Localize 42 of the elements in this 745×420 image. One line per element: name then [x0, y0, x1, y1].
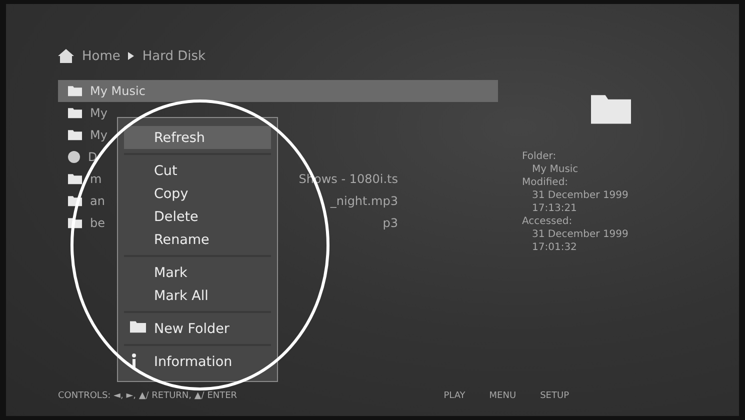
file-name-tail: p3 [382, 216, 398, 230]
file-name[interactable]: be [90, 216, 105, 230]
footer-label: SETUP [540, 391, 569, 401]
folder-icon [68, 107, 82, 119]
file-name[interactable]: My [90, 106, 108, 120]
footer-label: PLAY [444, 391, 466, 401]
arrow-icon [128, 52, 134, 60]
menu-item[interactable]: Information [124, 350, 271, 373]
file-name[interactable]: D [88, 150, 98, 164]
info-value: 17:13:21 [531, 203, 578, 214]
footer-label: MENU [489, 391, 516, 401]
menu-item[interactable]: Rename [124, 228, 271, 251]
menu-item[interactable]: Refresh [124, 126, 271, 149]
controls-hint: CONTROLS: ◄, ►, ▲/ RETURN, ▲/ ENTER [58, 391, 238, 401]
disc-icon [68, 151, 80, 163]
info-label: Accessed: [522, 216, 574, 227]
breadcrumb-item[interactable]: Hard Disk [142, 48, 206, 64]
info-value: 17:01:32 [531, 242, 578, 253]
menu-item[interactable]: Mark All [124, 284, 271, 307]
file-name[interactable]: m [90, 172, 102, 186]
file-name[interactable]: My Music [90, 84, 146, 98]
info-value: My Music [531, 164, 580, 175]
home-icon [58, 49, 74, 63]
menu-item[interactable]: Mark [124, 261, 271, 284]
info-value: 31 December 1999 [531, 229, 630, 240]
menu-item[interactable]: Copy [124, 182, 271, 205]
info-value: 31 December 1999 [531, 190, 630, 201]
menu-item[interactable]: Delete [124, 205, 271, 228]
info-label: Folder: [522, 151, 558, 162]
breadcrumb-item[interactable]: Home [82, 48, 120, 64]
folder-icon [130, 320, 146, 333]
info-icon [130, 353, 138, 369]
file-name-tail: _night.mp3 [330, 194, 398, 208]
folder-icon [68, 85, 82, 97]
folder-icon [590, 92, 630, 124]
folder-icon [68, 173, 82, 185]
info-label: Modified: [522, 177, 570, 188]
folder-icon [68, 129, 82, 141]
file-name[interactable]: My [90, 128, 108, 142]
menu-item[interactable]: Cut [124, 159, 271, 182]
file-name[interactable]: an [90, 194, 105, 208]
menu-item[interactable]: New Folder [124, 317, 271, 340]
